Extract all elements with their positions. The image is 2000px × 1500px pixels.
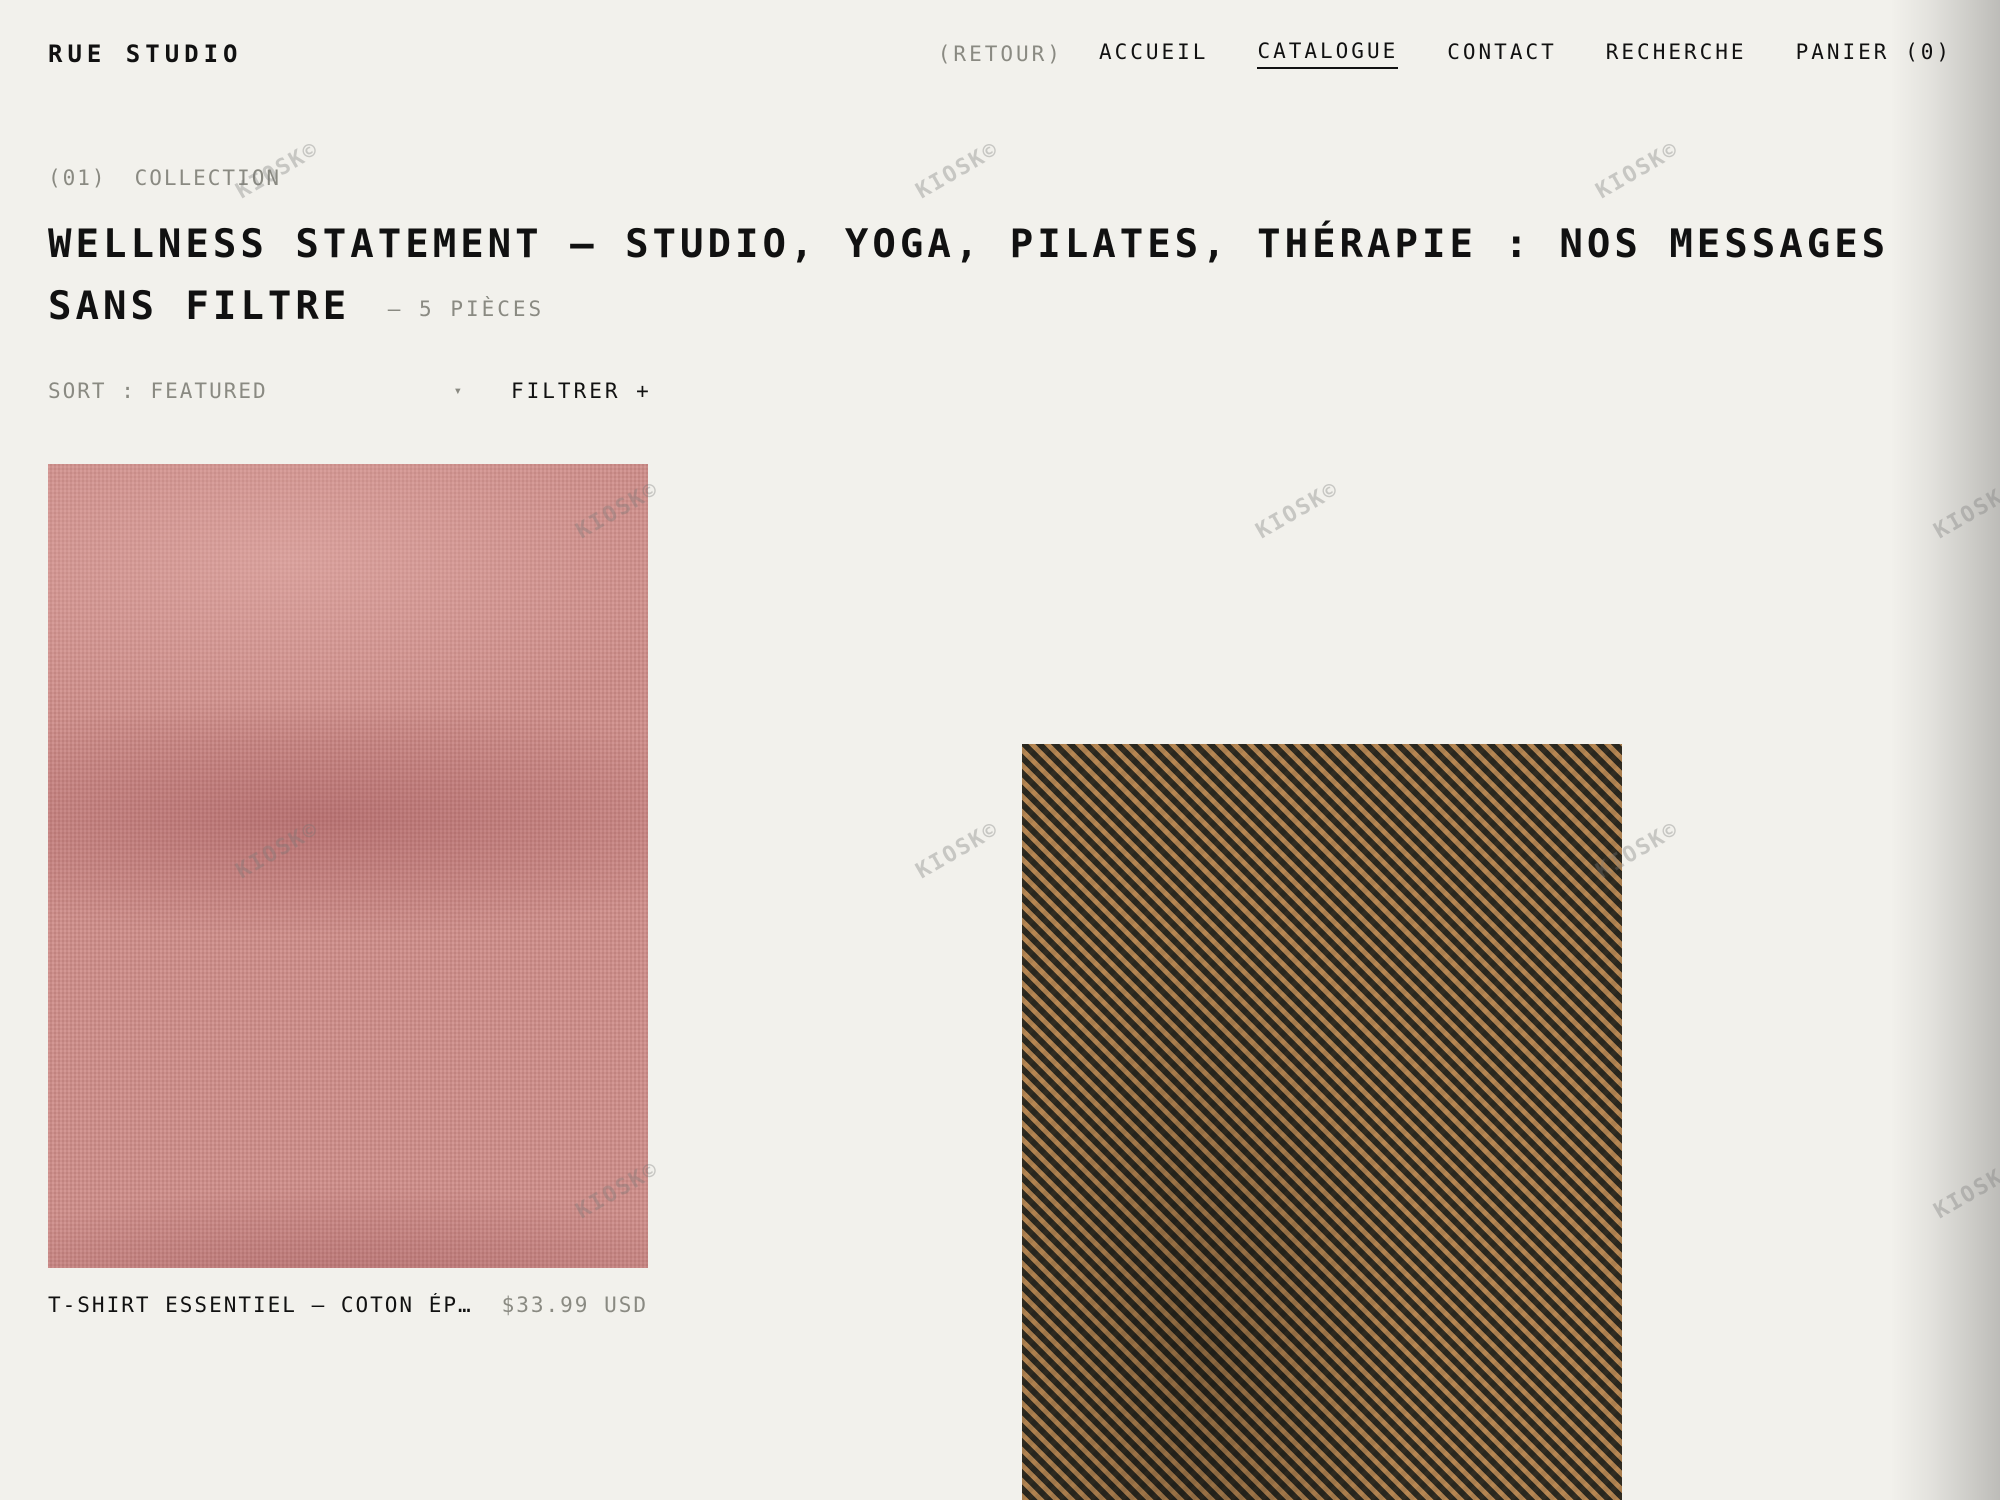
- watermark: KIOSK©: [1591, 136, 1684, 205]
- product-image[interactable]: [48, 464, 648, 1268]
- nav-catalogue[interactable]: CATALOGUE: [1257, 39, 1399, 69]
- filter-button[interactable]: FILTRER +: [511, 376, 652, 406]
- page-title: WELLNESS STATEMENT – STUDIO, YOGA, PILAT…: [48, 214, 1952, 340]
- brand-logo[interactable]: RUE STUDIO: [48, 40, 243, 68]
- nav-recherche[interactable]: RECHERCHE: [1606, 40, 1747, 68]
- watermark: KIOSK©: [911, 136, 1004, 205]
- nav-panier[interactable]: PANIER (0): [1796, 40, 1952, 68]
- watermark: KIOSK©: [1251, 476, 1344, 545]
- chevron-down-icon: ▾: [453, 383, 464, 399]
- watermark: KIOSK©: [911, 816, 1004, 885]
- back-link[interactable]: (RETOUR): [938, 42, 1063, 66]
- sort-label: SORT : FEATURED: [48, 379, 268, 403]
- product-card[interactable]: T-SHIRT ESSENTIEL — COTON ÉPA… $33.99 US…: [48, 464, 648, 1320]
- collection-breadcrumb: (01) COLLECTION: [48, 166, 281, 190]
- sort-dropdown[interactable]: SORT : FEATURED ▾: [48, 376, 468, 406]
- collection-title: WELLNESS STATEMENT – STUDIO, YOGA, PILAT…: [48, 222, 1890, 329]
- nav-contact[interactable]: CONTACT: [1447, 40, 1557, 68]
- site-header: RUE STUDIO (RETOUR) ACCUEIL CATALOGUE CO…: [48, 32, 1952, 76]
- product-meta: T-SHIRT ESSENTIEL — COTON ÉPA… $33.99 US…: [48, 1290, 648, 1320]
- collection-index: (01): [48, 166, 107, 190]
- product-card[interactable]: [1022, 744, 1622, 1500]
- collection-label: COLLECTION: [134, 166, 282, 190]
- nav-accueil[interactable]: ACCUEIL: [1099, 40, 1209, 68]
- watermark: KIOSK©: [1929, 476, 2000, 545]
- item-count: — 5 PIÈCES: [387, 296, 545, 321]
- product-name[interactable]: T-SHIRT ESSENTIEL — COTON ÉPA…: [48, 1293, 478, 1317]
- product-image[interactable]: [1022, 744, 1622, 1500]
- main-nav: (RETOUR) ACCUEIL CATALOGUE CONTACT RECHE…: [938, 39, 1952, 69]
- watermark: KIOSK©: [1929, 1156, 2000, 1225]
- product-price: $33.99 USD: [501, 1293, 648, 1317]
